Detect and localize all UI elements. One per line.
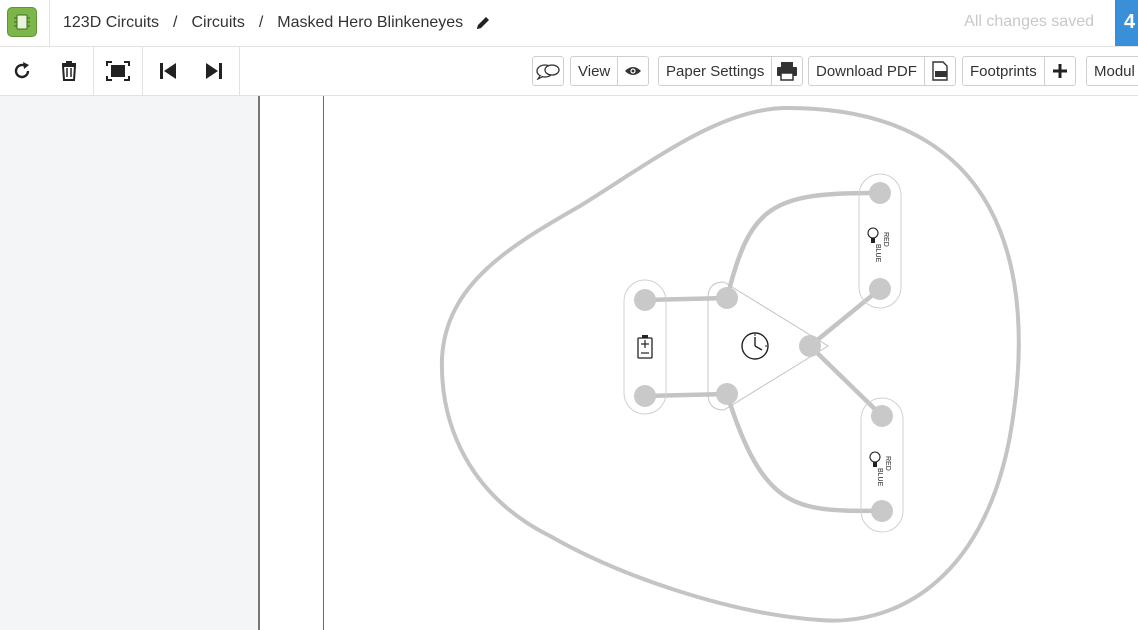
footprints-button[interactable]: Footprints	[963, 57, 1044, 85]
trace-timer-led-bottom[interactable]	[724, 391, 885, 514]
paper-settings-button-group: Paper Settings	[658, 56, 804, 86]
eye-icon[interactable]	[617, 57, 648, 85]
led-bottom-label-red: RED	[884, 456, 891, 471]
toolbar: View Paper Settings Download PDF Footpri…	[0, 47, 1138, 96]
light-bulb-icon	[869, 451, 881, 467]
logo-divider	[49, 0, 50, 46]
battery-icon	[637, 335, 653, 359]
timer-component[interactable]	[707, 281, 829, 411]
components-side-panel	[0, 96, 258, 630]
trace-timer-led-bottom-center[interactable]	[807, 343, 885, 419]
fit-screen-icon[interactable]	[104, 47, 132, 95]
step-back-icon[interactable]	[155, 47, 181, 95]
breadcrumb-circuits-link[interactable]: Circuits	[191, 14, 244, 32]
view-button-group: View	[570, 56, 650, 86]
save-status-text: All changes saved	[964, 13, 1094, 30]
breadcrumb-separator: /	[258, 14, 264, 31]
project-title[interactable]: Masked Hero Blinkeneyes	[277, 14, 463, 32]
led-bottom-label-blue: BLUE	[876, 468, 883, 487]
pdf-file-icon[interactable]	[923, 57, 955, 85]
trash-icon[interactable]	[56, 47, 82, 95]
plus-icon[interactable]	[1043, 57, 1075, 85]
footprints-button-group: Footprints	[962, 56, 1076, 86]
account-button[interactable]: 4	[1115, 0, 1138, 46]
rotate-icon[interactable]	[8, 47, 36, 95]
toolbar-divider	[142, 47, 143, 95]
trace-battery-bottom[interactable]	[642, 391, 730, 399]
trace-timer-led-top[interactable]	[724, 190, 883, 301]
account-button-glyph: 4	[1124, 11, 1136, 33]
led-top-label-red: RED	[882, 232, 889, 247]
clock-icon	[741, 332, 769, 360]
speech-bubbles-icon	[536, 64, 560, 80]
modules-button[interactable]: Modul	[1087, 57, 1138, 85]
toolbar-divider	[239, 47, 240, 95]
toolbar-divider	[93, 47, 94, 95]
trace-timer-led-top-center[interactable]	[807, 286, 883, 349]
view-button[interactable]: View	[571, 57, 617, 85]
light-bulb-icon	[867, 227, 879, 243]
chip-icon	[14, 14, 30, 30]
step-forward-icon[interactable]	[201, 47, 227, 95]
download-pdf-button-group: Download PDF	[808, 56, 956, 86]
board-outline[interactable]	[439, 105, 1021, 623]
top-bar: 123D Circuits / Circuits / Masked Hero B…	[0, 0, 1138, 47]
paper-settings-button[interactable]: Paper Settings	[659, 57, 771, 85]
breadcrumb-home-link[interactable]: 123D Circuits	[63, 14, 159, 32]
app-logo-icon[interactable]	[7, 7, 37, 37]
breadcrumb: 123D Circuits / Circuits / Masked Hero B…	[63, 13, 491, 33]
modules-button-group: Modul	[1086, 56, 1138, 86]
download-pdf-button[interactable]: Download PDF	[809, 57, 924, 85]
trace-battery-top[interactable]	[642, 295, 730, 303]
led-top-label-blue: BLUE	[874, 244, 881, 263]
breadcrumb-separator: /	[173, 14, 178, 31]
comments-button[interactable]	[532, 56, 564, 86]
printer-icon[interactable]	[771, 57, 802, 85]
circuit-board[interactable]: RED BLUE RED BLUE	[260, 96, 1138, 630]
edit-title-pencil-icon[interactable]	[475, 15, 491, 31]
